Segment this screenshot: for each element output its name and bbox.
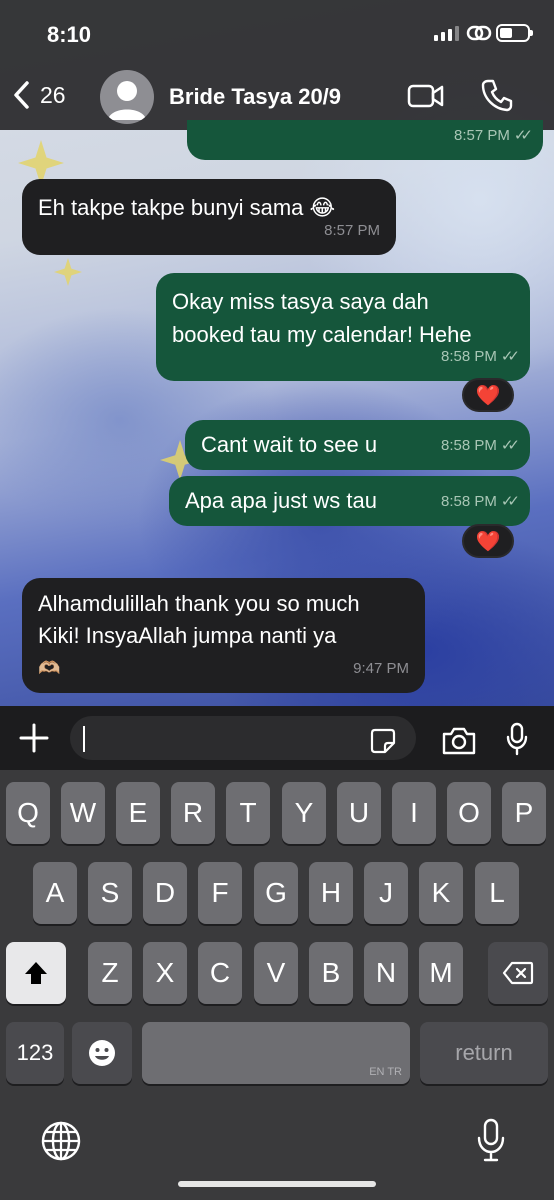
microphone-icon[interactable] (505, 722, 529, 756)
video-call-icon[interactable] (407, 82, 445, 110)
read-receipt-icon: ✓✓ (513, 127, 533, 144)
key-o[interactable]: O (447, 782, 491, 844)
key-a[interactable]: A (33, 862, 77, 924)
message-meta: 8:58 PM ✓✓ (440, 340, 520, 373)
message-bubble-outgoing[interactable]: Okay miss tasya saya dah booked tau my c… (156, 273, 530, 381)
delete-icon (502, 961, 534, 985)
space-key[interactable]: EN TR (142, 1022, 410, 1084)
message-meta: 8:57 PM ✓✓ (453, 119, 533, 152)
message-bubble-incoming[interactable]: Eh takpe takpe bunyi sama 😂 8:57 PM (22, 179, 396, 255)
key-v[interactable]: V (254, 942, 298, 1004)
message-meta: 8:57 PM (324, 214, 380, 247)
key-q[interactable]: Q (6, 782, 50, 844)
sticker-icon[interactable] (370, 728, 396, 754)
unread-count: 26 (40, 81, 66, 108)
key-x[interactable]: X (143, 942, 187, 1004)
shift-key[interactable] (6, 942, 66, 1004)
text-caret (83, 726, 85, 752)
language-indicator: EN TR (369, 1066, 402, 1078)
phone-icon[interactable] (480, 78, 514, 112)
back-button[interactable]: 26 (12, 80, 66, 110)
message-time: 8:58 PM (440, 348, 497, 365)
status-bar: 8:10 (0, 0, 554, 64)
dictation-icon[interactable] (476, 1118, 506, 1162)
key-e[interactable]: E (116, 782, 160, 844)
contact-name[interactable]: Bride Tasya 20/9 (169, 84, 341, 110)
read-receipt-icon: ✓✓ (500, 493, 520, 510)
key-u[interactable]: U (337, 782, 381, 844)
home-indicator[interactable] (178, 1181, 376, 1187)
key-z[interactable]: Z (88, 942, 132, 1004)
heart-icon: ❤️ (475, 530, 501, 553)
status-time: 8:10 (47, 22, 92, 47)
key-l[interactable]: L (475, 862, 519, 924)
battery-icon (496, 24, 533, 42)
cellular-signal-icon (434, 26, 459, 41)
keyboard: Q W E R T Y U I O P A S D F G H J K L Z … (0, 770, 554, 1200)
read-receipt-icon: ✓✓ (500, 437, 520, 454)
key-b[interactable]: B (309, 942, 353, 1004)
read-receipt-icon: ✓✓ (500, 348, 520, 365)
message-time: 8:57 PM (453, 127, 510, 144)
camera-icon[interactable] (441, 726, 477, 756)
numbers-key[interactable]: 123 (6, 1022, 64, 1084)
message-text-line: Okay miss tasya saya dah (172, 289, 429, 314)
return-key[interactable]: return (420, 1022, 548, 1084)
avatar-icon (108, 81, 146, 120)
delete-key[interactable] (488, 942, 548, 1004)
key-p[interactable]: P (502, 782, 546, 844)
key-m[interactable]: M (419, 942, 463, 1004)
key-k[interactable]: K (419, 862, 463, 924)
key-j[interactable]: J (364, 862, 408, 924)
key-h[interactable]: H (309, 862, 353, 924)
key-d[interactable]: D (143, 862, 187, 924)
plus-icon[interactable] (18, 722, 50, 754)
message-meta: 8:58 PM ✓✓ (440, 429, 520, 462)
wallpaper-star (54, 258, 82, 286)
key-r[interactable]: R (171, 782, 215, 844)
key-w[interactable]: W (61, 782, 105, 844)
message-bubble-outgoing[interactable]: Cant wait to see u 8:58 PM ✓✓ (185, 420, 530, 470)
key-t[interactable]: T (226, 782, 270, 844)
message-bubble-outgoing[interactable]: Apa apa just ws tau 8:58 PM ✓✓ (169, 476, 530, 526)
key-i[interactable]: I (392, 782, 436, 844)
key-g[interactable]: G (254, 862, 298, 924)
message-time: 9:47 PM (353, 660, 409, 677)
heart-reaction[interactable]: ❤️ (462, 378, 514, 412)
message-bubble-incoming[interactable]: Alhamdulillah thank you so much Kiki! In… (22, 578, 425, 693)
message-meta: 8:58 PM ✓✓ (440, 485, 520, 518)
shift-icon (25, 962, 47, 984)
back-chevron-icon (14, 81, 29, 109)
key-c[interactable]: C (198, 942, 242, 1004)
heart-reaction[interactable]: ❤️ (462, 524, 514, 558)
link-icon (466, 25, 492, 41)
message-bubble-outgoing[interactable]: 8:57 PM ✓✓ (187, 120, 543, 160)
message-time: 8:58 PM (440, 493, 497, 510)
message-input[interactable] (70, 716, 416, 760)
key-y[interactable]: Y (282, 782, 326, 844)
message-text-line: Alhamdulillah thank you so much (38, 591, 360, 616)
heart-icon: ❤️ (475, 384, 501, 407)
emoji-key[interactable] (72, 1022, 132, 1084)
key-n[interactable]: N (364, 942, 408, 1004)
key-f[interactable]: F (198, 862, 242, 924)
message-time: 8:57 PM (324, 222, 380, 239)
message-input-bar (0, 706, 554, 770)
message-meta: 9:47 PM (353, 653, 409, 685)
globe-icon[interactable] (40, 1120, 82, 1162)
key-s[interactable]: S (88, 862, 132, 924)
emoji-icon (89, 1040, 115, 1066)
avatar[interactable] (100, 70, 154, 124)
message-text-line: Kiki! InsyaAllah jumpa nanti ya (38, 623, 337, 648)
message-time: 8:58 PM (440, 437, 497, 454)
